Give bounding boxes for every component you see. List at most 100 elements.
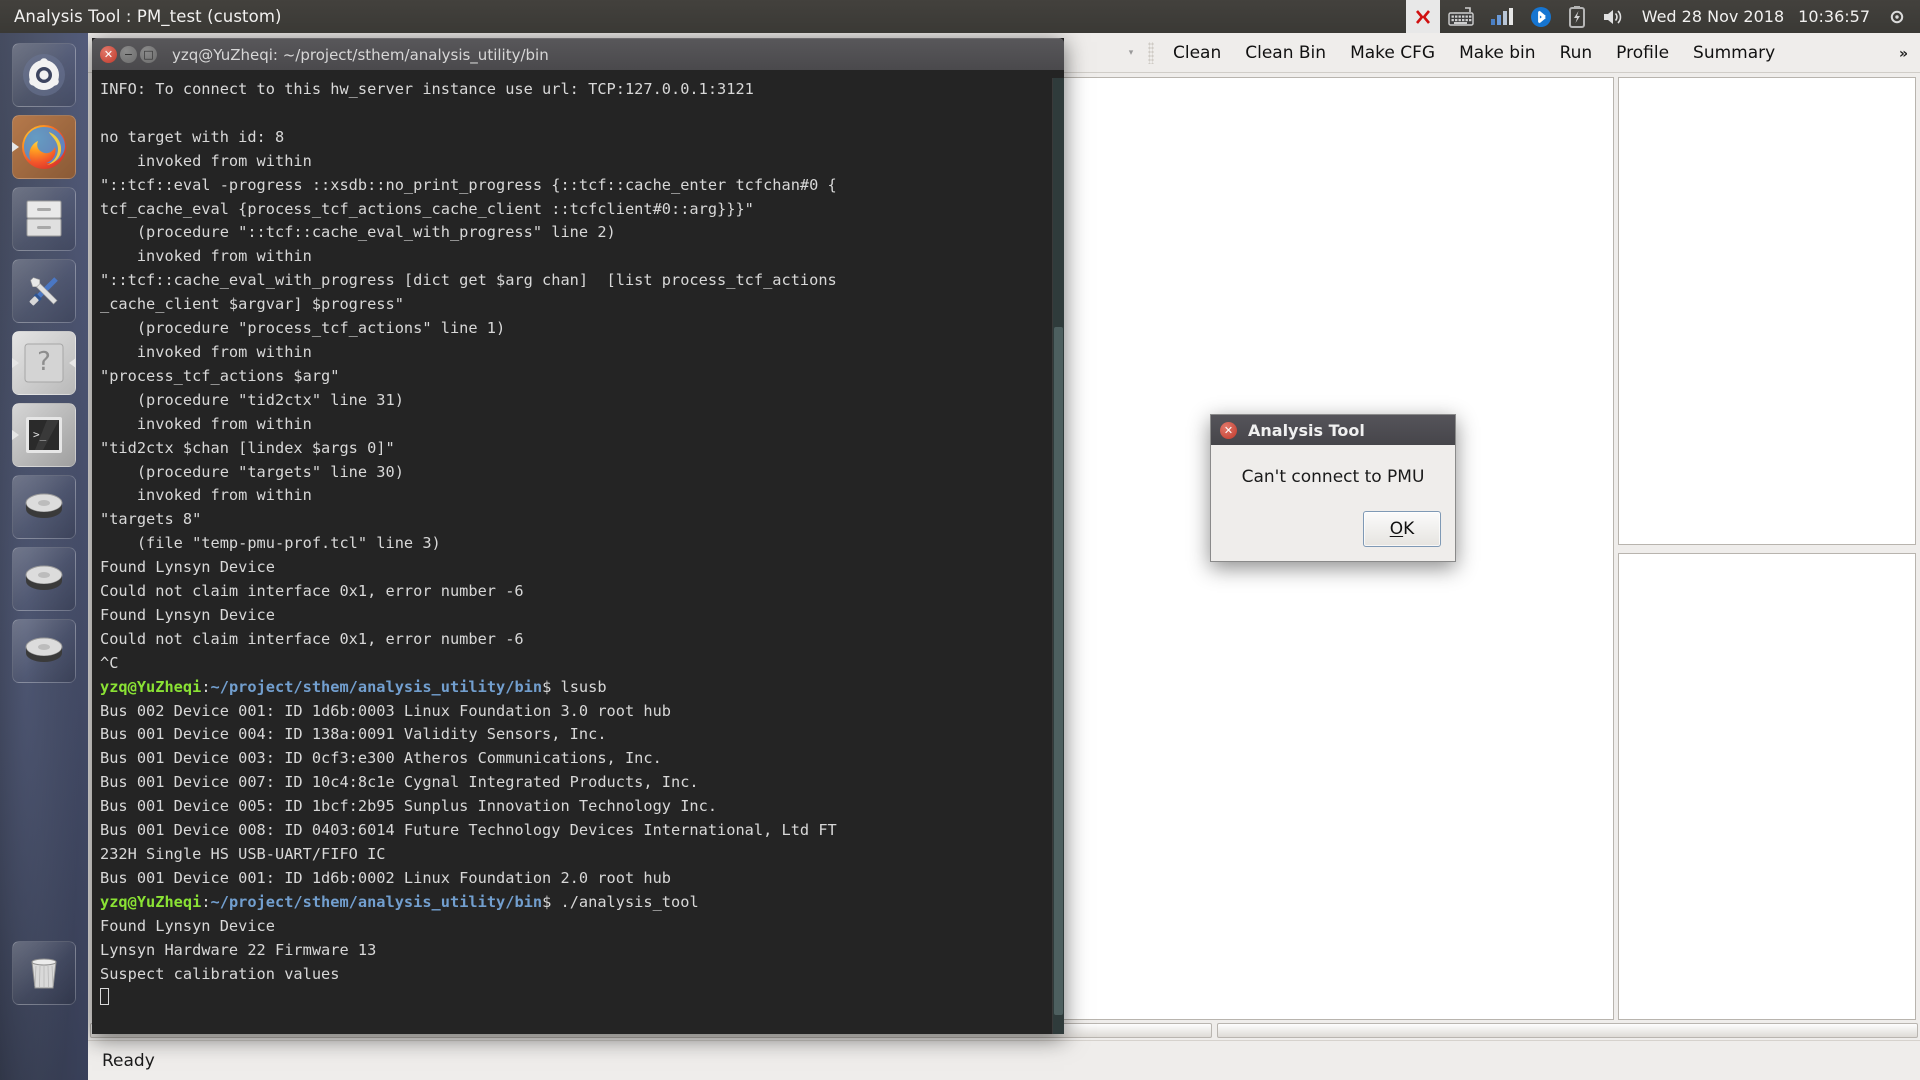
status-text: Ready	[102, 1051, 155, 1071]
toolbar-dropdown-icon[interactable]: ▾	[1118, 40, 1144, 66]
toolbar-button-make-bin[interactable]: Make bin	[1447, 41, 1547, 65]
terminal-output-area[interactable]: INFO: To connect to this hw_server insta…	[92, 70, 1064, 1034]
terminal-line: (file "temp-pmu-prof.tcl" line 3)	[100, 532, 1052, 556]
terminal-line	[100, 986, 1052, 1010]
top-panel: Analysis Tool : PM_test (custom)	[0, 0, 1920, 33]
terminal-line: Bus 001 Device 001: ID 1d6b:0002 Linux F…	[100, 867, 1052, 891]
terminal-line: Could not claim interface 0x1, error num…	[100, 628, 1052, 652]
toolbar-drag-handle[interactable]	[1148, 42, 1154, 64]
terminal-line: 232H Single HS USB-UART/FIFO IC	[100, 843, 1052, 867]
xilinx-indicator[interactable]	[1406, 0, 1440, 33]
terminal-command: lsusb	[551, 678, 606, 696]
toolbar-button-run[interactable]: Run	[1548, 41, 1605, 65]
clock[interactable]: Wed 28 Nov 201810:36:57	[1632, 7, 1880, 26]
side-panel-top[interactable]	[1618, 77, 1916, 545]
toolbar-button-clean-bin[interactable]: Clean Bin	[1233, 41, 1338, 65]
desktop-root: ▾ Clean Clean Bin Make CFG Make bin Run …	[0, 0, 1920, 1080]
side-hscrollbar[interactable]	[1217, 1023, 1918, 1038]
terminal-prompt-dollar: $	[542, 893, 551, 911]
terminal-line: Bus 001 Device 004: ID 138a:0091 Validit…	[100, 723, 1052, 747]
terminal-scrollbar-thumb[interactable]	[1054, 327, 1063, 1015]
launcher-item-system-tools[interactable]	[12, 259, 76, 323]
launcher-item-trash[interactable]	[12, 941, 76, 1005]
disk-icon	[21, 631, 67, 671]
launcher-item-help[interactable]: ?	[12, 331, 76, 395]
terminal-line: Found Lynsyn Device	[100, 915, 1052, 939]
terminal-minimize-button[interactable]: −	[120, 46, 137, 63]
dialog-titlebar[interactable]: ✕ Analysis Tool	[1211, 415, 1455, 445]
launcher-item-terminal[interactable]: >_	[12, 403, 76, 467]
panel-window-title[interactable]: Analysis Tool : PM_test (custom)	[14, 7, 282, 26]
terminal-titlebar[interactable]: ✕ − □ yzq@YuZheqi: ~/project/sthem/analy…	[92, 38, 1064, 70]
terminal-line: yzq@YuZheqi:~/project/sthem/analysis_uti…	[100, 676, 1052, 700]
toolbar-button-profile[interactable]: Profile	[1604, 41, 1681, 65]
network-signal-icon	[1490, 7, 1514, 27]
terminal-line: Bus 001 Device 005: ID 1bcf:2b95 Sunplus…	[100, 795, 1052, 819]
terminal-close-button[interactable]: ✕	[100, 46, 117, 63]
terminal-line: ^C	[100, 652, 1052, 676]
terminal-command: ./analysis_tool	[551, 893, 698, 911]
terminal-prompt-dollar: $	[542, 678, 551, 696]
launcher-item-files[interactable]	[12, 187, 76, 251]
launcher-item-ubuntu-dash[interactable]	[12, 43, 76, 107]
terminal-line: invoked from within	[100, 413, 1052, 437]
bluetooth-icon	[1530, 6, 1552, 28]
status-bar: Ready	[88, 1040, 1920, 1080]
battery-indicator[interactable]	[1560, 0, 1594, 33]
terminal-maximize-button[interactable]: □	[140, 46, 157, 63]
launcher-item-disk-1[interactable]	[12, 475, 76, 539]
dialog-body: Can't connect to PMU	[1211, 445, 1455, 497]
terminal-line: INFO: To connect to this hw_server insta…	[100, 78, 1052, 102]
terminal-line: Found Lynsyn Device	[100, 556, 1052, 580]
dialog-button-row: OK	[1211, 497, 1455, 561]
volume-icon	[1602, 7, 1624, 27]
trash-icon	[23, 952, 65, 994]
volume-indicator[interactable]	[1594, 0, 1632, 33]
keyboard-indicator[interactable]	[1440, 0, 1482, 33]
terminal-prompt-separator: :	[201, 893, 210, 911]
help-question-icon: ?	[21, 340, 67, 386]
dialog-close-button[interactable]: ✕	[1220, 422, 1237, 439]
terminal-line: (procedure "targets" line 30)	[100, 461, 1052, 485]
toolbar-overflow-button[interactable]: »	[1899, 46, 1906, 62]
terminal-line: Bus 001 Device 007: ID 10c4:8c1e Cygnal …	[100, 771, 1052, 795]
side-panel-bottom[interactable]	[1618, 553, 1916, 1021]
dialog-ok-rest: K	[1403, 519, 1414, 539]
network-indicator[interactable]	[1482, 0, 1522, 33]
analysis-tool-dialog[interactable]: ✕ Analysis Tool Can't connect to PMU OK	[1210, 414, 1456, 562]
unity-launcher[interactable]: ? >_	[0, 33, 88, 1080]
battery-charging-icon	[1568, 5, 1586, 29]
terminal-line: "::tcf::eval -progress ::xsdb::no_print_…	[100, 174, 1052, 198]
terminal-icon: >_	[21, 412, 67, 458]
terminal-window[interactable]: ✕ − □ yzq@YuZheqi: ~/project/sthem/analy…	[92, 38, 1064, 1034]
terminal-line: (procedure "tid2ctx" line 31)	[100, 389, 1052, 413]
terminal-line: Could not claim interface 0x1, error num…	[100, 580, 1052, 604]
launcher-running-indicator-help	[12, 358, 19, 368]
terminal-line: invoked from within	[100, 245, 1052, 269]
session-menu[interactable]	[1880, 0, 1920, 33]
terminal-lines: INFO: To connect to this hw_server insta…	[100, 78, 1052, 1034]
disk-icon	[21, 487, 67, 527]
launcher-item-disk-2[interactable]	[12, 547, 76, 611]
gear-icon	[1888, 8, 1906, 26]
terminal-cursor	[100, 988, 109, 1005]
ubuntu-dash-icon	[21, 52, 67, 98]
disk-icon	[21, 559, 67, 599]
toolbar-button-make-cfg[interactable]: Make CFG	[1338, 41, 1447, 65]
terminal-line: Bus 002 Device 001: ID 1d6b:0003 Linux F…	[100, 700, 1052, 724]
launcher-item-disk-3[interactable]	[12, 619, 76, 683]
terminal-line: tcf_cache_eval {process_tcf_actions_cach…	[100, 198, 1052, 222]
dialog-ok-button[interactable]: OK	[1363, 511, 1441, 547]
launcher-item-firefox[interactable]	[12, 115, 76, 179]
tools-icon	[21, 268, 67, 314]
toolbar-button-summary[interactable]: Summary	[1681, 41, 1787, 65]
terminal-line: Bus 001 Device 003: ID 0cf3:e300 Atheros…	[100, 747, 1052, 771]
xilinx-icon	[1414, 8, 1432, 26]
terminal-scrollbar[interactable]	[1052, 78, 1064, 1034]
terminal-line: "::tcf::cache_eval_with_progress [dict g…	[100, 269, 1052, 293]
toolbar-button-clean[interactable]: Clean	[1161, 41, 1233, 65]
terminal-prompt-path: ~/project/sthem/analysis_utility/bin	[211, 893, 543, 911]
bluetooth-indicator[interactable]	[1522, 0, 1560, 33]
svg-text:?: ?	[37, 347, 51, 377]
keyboard-indicator-icon	[1448, 7, 1474, 27]
